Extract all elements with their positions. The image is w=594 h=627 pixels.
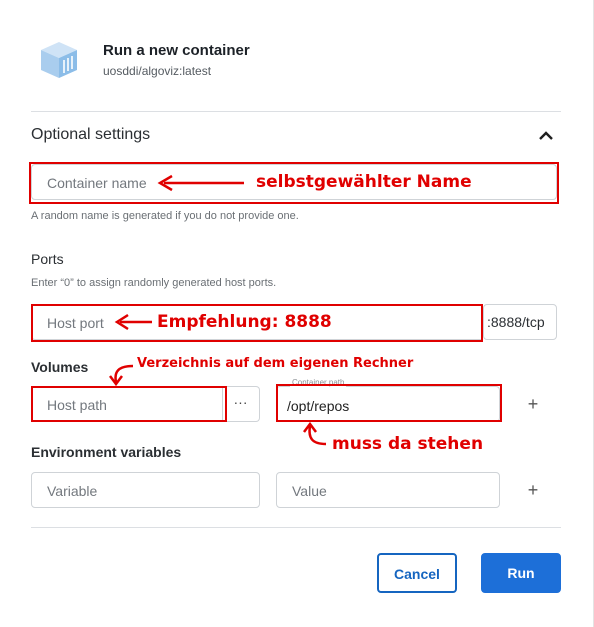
annotation-volume-note: Verzeichnis auf dem eigenen Rechner <box>137 356 414 371</box>
annotation-name-note: selbstgewählter Name <box>256 172 472 192</box>
annotation-port-note: Empfehlung: 8888 <box>157 312 332 332</box>
run-container-dialog: Run a new container uosddi/algoviz:lates… <box>0 0 594 627</box>
annotation-path-note: muss da stehen <box>332 434 484 454</box>
